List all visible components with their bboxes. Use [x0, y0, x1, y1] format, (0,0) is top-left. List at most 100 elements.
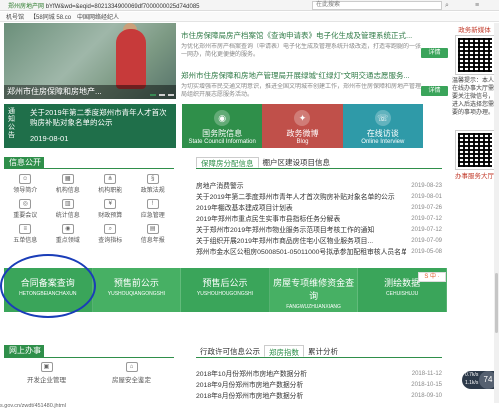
- house-icon: ⌂: [125, 362, 138, 372]
- company-icon: ▣: [40, 362, 53, 372]
- news-desc: 为优化郑州市房产档案查询（申请表）电子化生成及管理系统升级改造，打造零跑腿的一张…: [181, 44, 421, 58]
- tab-cumulative[interactable]: 累计分析: [304, 345, 342, 357]
- presale-before-button[interactable]: 预售前公示 YUSHOUQIANGONGSHI: [92, 268, 182, 312]
- info-item[interactable]: ◎ 重要会议: [4, 199, 47, 221]
- notice-box[interactable]: 通知公告 关于2019年第二季度郑州市青年人才首次购房补贴对象名单的公示 201…: [4, 104, 176, 148]
- tile-interview[interactable]: ☏ 在线访谈 Online Interview: [342, 104, 423, 148]
- tile-label: 国务院信息: [202, 129, 243, 138]
- news-desc: 为切实增强市民交通文明意识，推进全国文明城市创建工作，郑州市住房保障和房地产管理…: [181, 84, 421, 98]
- qr-code: [455, 130, 495, 170]
- banner-caption[interactable]: 郑州市住房保障和房地产...: [4, 85, 176, 99]
- news-item[interactable]: 郑州市住房保障和房地产管理局开展绿城“红绿灯”文明交通志愿服务... 为切实增强…: [181, 70, 421, 99]
- info-item[interactable]: ≡ 五单信息: [4, 224, 47, 246]
- chart-icon: ▥: [61, 199, 74, 209]
- list-icon: ≡: [19, 224, 32, 234]
- list-item[interactable]: 关于2019年第二季度郑州市青年人才首次购房补贴对象名单的公示 2019-08-0…: [196, 192, 442, 203]
- bookmark-3[interactable]: 中国网络经纪人: [77, 12, 119, 21]
- detail-button[interactable]: 详情: [421, 48, 448, 58]
- info-item[interactable]: ▥ 统计信息: [47, 199, 90, 221]
- info-item[interactable]: ⋔ 机构职能: [89, 174, 132, 196]
- list-item[interactable]: 2019年郑州市重点民生实事市县指标任务分解表 2019-07-12: [196, 214, 442, 225]
- tab-zf-index[interactable]: 郑房指数: [264, 345, 304, 357]
- housing-tabs: 保障房分配信息 棚户区建设项目信息: [196, 157, 442, 169]
- bookmark-2[interactable]: 【58同城 58.co: [30, 12, 71, 21]
- stats-tabs: 行政许可信息公示 郑房指数 累计分析: [196, 345, 442, 358]
- qr-title: 政务新媒体: [458, 27, 491, 34]
- info-item[interactable]: ▤ 信息年报: [132, 224, 175, 246]
- tab-allocation[interactable]: 保障房分配信息: [196, 157, 259, 168]
- qr-code: [455, 35, 495, 75]
- hand-drawn-circle: [0, 254, 96, 318]
- status-url: s.gov.cn/zwdt/451480.jhtml: [0, 403, 66, 409]
- tile-sublabel: State Council Information: [188, 139, 256, 145]
- banner-dots[interactable]: [150, 94, 174, 96]
- budget-icon: ¥: [104, 199, 117, 209]
- bookmark-bar: 机号馆 【58同城 58.co 中国网络经纪人: [0, 12, 499, 22]
- notice-date: 2019-08-01: [30, 134, 69, 143]
- tab-permits[interactable]: 行政许可信息公示: [196, 345, 264, 357]
- banner-slideshow[interactable]: 郑州市住房保障和房地产...: [4, 23, 176, 99]
- tile-state-council[interactable]: ◉ 国务院信息 State Council Information: [182, 104, 263, 148]
- list-item[interactable]: 2019年棚改基本建成项目计划表 2019-07-26: [196, 203, 442, 214]
- list-item[interactable]: 郑州市金水区公租房05008501-05011000号拟承参加配租审核人员名单公…: [196, 247, 442, 258]
- news-title[interactable]: 市住房保障局房产档案馆《查询申请表》电子化生成及管理系统正式...: [181, 30, 421, 41]
- law-icon: §: [146, 174, 159, 184]
- notice-text[interactable]: 关于2019年第二季度郑州市青年人才首次购房补贴对象名单的公示: [30, 108, 172, 128]
- tab-shantytown[interactable]: 棚户区建设项目信息: [259, 157, 335, 168]
- stats-list: 2018年10月份郑州市房地产数据分析 2018-11-12 2018年9月份郑州…: [196, 369, 442, 402]
- section-header-office[interactable]: 网上办事: [4, 345, 44, 357]
- list-item[interactable]: 2018年9月份郑州市房地产数据分析 2018-10-15: [196, 380, 442, 391]
- address-bar[interactable]: 郑州房地产网 bYfW&wd=&eqid=8021334900069df7000…: [0, 0, 499, 11]
- housing-list: 房地产消费警示 2019-08-23 关于2019年第二季度郑州市青年人才首次购房…: [196, 181, 442, 258]
- tile-sublabel: Blog: [296, 139, 309, 145]
- info-item[interactable]: § 政策法规: [132, 174, 175, 196]
- scrollbar[interactable]: [494, 23, 499, 403]
- office-item[interactable]: ⌂ 房屋安全鉴定: [89, 362, 174, 384]
- banner-person: [116, 29, 146, 89]
- maintenance-fund-query-button[interactable]: 房屋专项维修资金查询 FANGWUZHUANXIANG: [269, 268, 359, 312]
- info-item[interactable]: ☺ 领导简介: [4, 174, 47, 196]
- info-item[interactable]: ◉ 重点领域: [47, 224, 90, 246]
- building-icon: ▦: [61, 174, 74, 184]
- list-item[interactable]: 房地产消费警示 2019-08-23: [196, 181, 442, 192]
- news-title[interactable]: 郑州市住房保障和房地产管理局开展绿城“红绿灯”文明交通志愿服务...: [181, 70, 421, 81]
- info-item[interactable]: ¥ 财政预算: [89, 199, 132, 221]
- divider: [4, 357, 174, 358]
- tile-label: 政务微博: [286, 129, 319, 138]
- target-icon: ◉: [61, 224, 74, 234]
- news-item[interactable]: 市住房保障局房产档案馆《查询申请表》电子化生成及管理系统正式... 为优化郑州市…: [181, 30, 421, 59]
- bookmark-1[interactable]: 机号馆: [6, 12, 24, 21]
- service-tiles: ◉ 国务院信息 State Council Information ✦ 政务微博…: [182, 104, 423, 148]
- network-icon: ⋔: [104, 174, 117, 184]
- person-icon: ☺: [19, 174, 32, 184]
- tile-label: 在线访谈: [366, 129, 399, 138]
- info-item[interactable]: ⌕ 查询指标: [89, 224, 132, 246]
- tile-sublabel: Online Interview: [361, 139, 405, 145]
- phone-icon: ☏: [374, 110, 391, 126]
- qr-desc: 温馨提示：本人在线办事大厅需要关注微信号，进入后选择您需要的事项办理。: [452, 78, 495, 116]
- qr-title: 办事服务大厅: [455, 173, 494, 180]
- detail-button[interactable]: 详情: [421, 86, 448, 96]
- search-doc-icon: ⌕: [104, 224, 117, 234]
- info-item[interactable]: ! 应急管理: [132, 199, 175, 221]
- info-item[interactable]: ▦ 机构信息: [47, 174, 90, 196]
- search-icon[interactable]: ⌕: [445, 0, 449, 11]
- url-text[interactable]: 郑州房地产网 bYfW&wd=&eqid=8021334900069df7000…: [8, 1, 200, 10]
- presale-after-button[interactable]: 预售后公示 YUSHOUHOUGONGSHI: [181, 268, 270, 312]
- alert-icon: !: [146, 199, 159, 209]
- report-icon: ▤: [146, 224, 159, 234]
- list-item[interactable]: 2018年10月份郑州市房地产数据分析 2018-11-12: [196, 369, 442, 380]
- list-item[interactable]: 关于组织开展2019年郑州市商品房住宅小区物业服务项目... 2019-07-09: [196, 236, 442, 247]
- list-item[interactable]: 关于郑州市2019年郑州市物业服务示范项目考核工作的通知 2019-07-12: [196, 225, 442, 236]
- tile-blog[interactable]: ✦ 政务微博 Blog: [262, 104, 343, 148]
- office-item[interactable]: ▣ 开发企业管理: [4, 362, 89, 384]
- scrollbar-thumb[interactable]: [495, 273, 498, 333]
- browser-search-input[interactable]: 在此搜索: [312, 1, 442, 10]
- weibo-icon: ✦: [294, 110, 311, 126]
- ime-badge[interactable]: S 中 ·: [418, 272, 446, 282]
- menu-icon[interactable]: ≡: [475, 0, 479, 11]
- right-sidebar: 政务新媒体 温馨提示：本人在线办事大厅需要关注微信号，进入后选择您需要的事项办理…: [450, 23, 499, 182]
- list-item[interactable]: 2018年8月份郑州市房地产数据分析 2018-09-10: [196, 391, 442, 402]
- office-items: ▣ 开发企业管理 ⌂ 房屋安全鉴定: [4, 362, 174, 384]
- divider: [4, 168, 174, 169]
